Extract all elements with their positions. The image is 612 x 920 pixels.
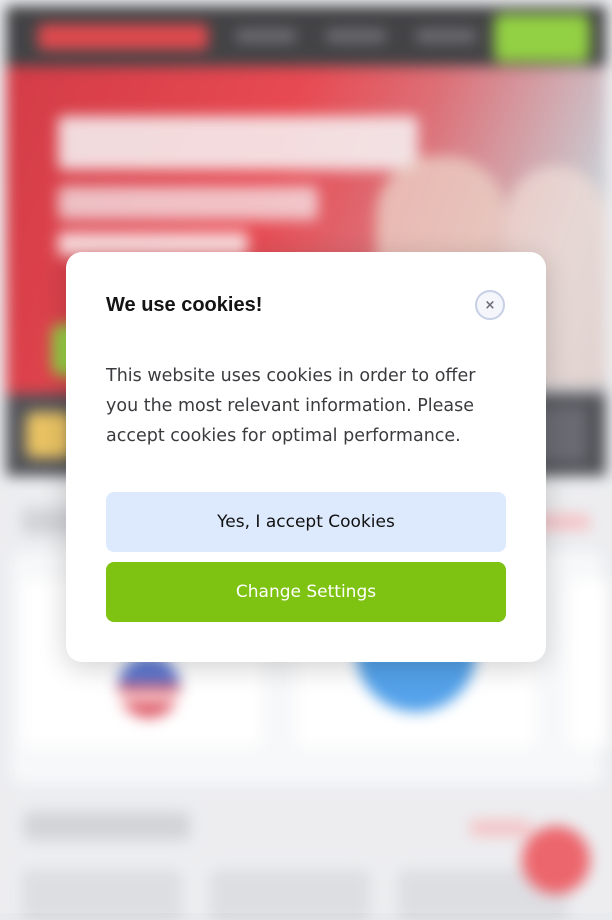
cookie-consent-dialog: We use cookies! × This website uses cook… [66,252,546,662]
change-settings-button[interactable]: Change Settings [106,562,506,622]
accept-cookies-button[interactable]: Yes, I accept Cookies [106,492,506,552]
close-icon: × [484,297,496,313]
dialog-title: We use cookies! [106,294,263,316]
dialog-message: This website uses cookies in order to of… [106,366,476,446]
close-button[interactable]: × [475,290,505,320]
